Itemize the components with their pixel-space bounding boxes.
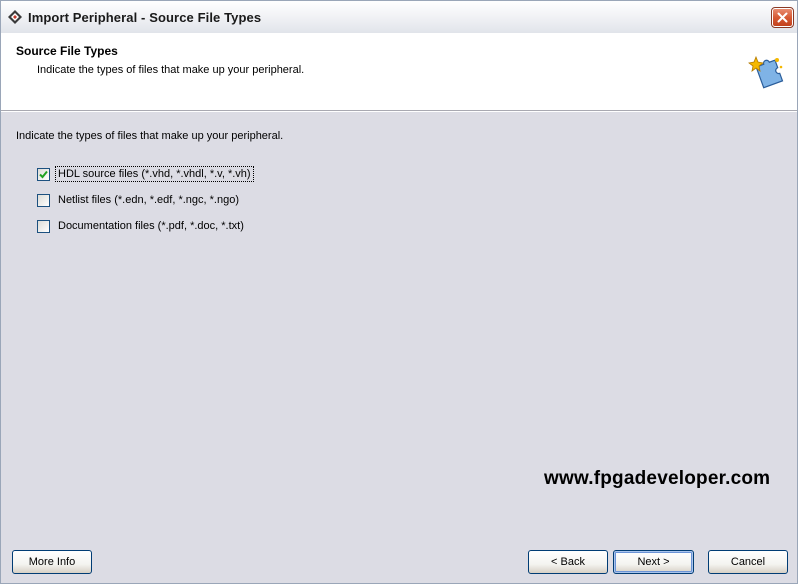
dialog-window: Import Peripheral - Source File Types So… <box>0 0 798 584</box>
window-title: Import Peripheral - Source File Types <box>28 10 262 25</box>
netlist-checkbox[interactable] <box>37 193 50 207</box>
checkmark-icon <box>39 170 48 178</box>
documentation-checkbox[interactable] <box>37 219 50 233</box>
cancel-button[interactable]: Cancel <box>708 550 788 574</box>
back-button[interactable]: < Back <box>528 550 608 574</box>
close-button[interactable] <box>771 7 794 28</box>
header-subtitle: Indicate the types of files that make up… <box>37 64 305 76</box>
documentation-label[interactable]: Documentation files (*.pdf, *.doc, *.txt… <box>56 219 246 233</box>
hdl-source-label[interactable]: HDL source files (*.vhd, *.vhdl, *.v, *.… <box>55 166 254 182</box>
wizard-header: Source File Types Indicate the types of … <box>1 33 797 111</box>
option-documentation[interactable]: Documentation files (*.pdf, *.doc, *.txt… <box>37 219 246 233</box>
hdl-source-checkbox[interactable] <box>37 167 50 181</box>
close-icon <box>777 12 788 23</box>
watermark-text: www.fpgadeveloper.com <box>544 468 771 489</box>
next-button[interactable]: Next > <box>613 550 694 574</box>
option-netlist[interactable]: Netlist files (*.edn, *.edf, *.ngc, *.ng… <box>37 193 241 207</box>
title-bar[interactable]: Import Peripheral - Source File Types <box>1 1 797 34</box>
option-hdl-source[interactable]: HDL source files (*.vhd, *.vhdl, *.v, *.… <box>37 166 254 182</box>
wizard-puzzle-icon <box>747 51 785 89</box>
more-info-button[interactable]: More Info <box>12 550 92 574</box>
content-description: Indicate the types of files that make up… <box>16 130 284 142</box>
header-title: Source File Types <box>16 44 118 58</box>
netlist-label[interactable]: Netlist files (*.edn, *.edf, *.ngc, *.ng… <box>56 193 241 207</box>
xilinx-logo-icon <box>7 9 23 25</box>
